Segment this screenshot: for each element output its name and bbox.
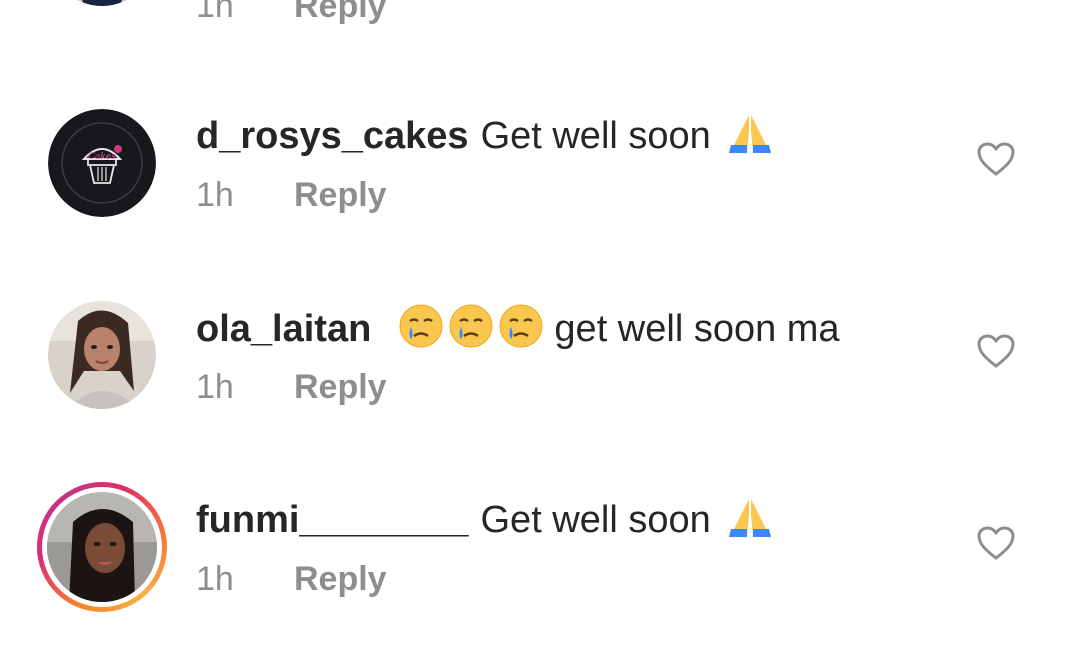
comment-username[interactable]: funmi________: [196, 499, 469, 541]
comment-partial: 1h Reply: [0, 0, 1080, 30]
comment-time: 1h: [196, 0, 234, 25]
comment-meta: 1h Reply: [196, 559, 387, 599]
reply-button[interactable]: Reply: [294, 560, 387, 598]
story-ring-gap: [42, 487, 162, 607]
comment-time: 1h: [196, 560, 234, 598]
person-photo-avatar: [48, 0, 156, 6]
avatar[interactable]: [48, 0, 156, 6]
comment-item: funmi________ Get well soon 1h Reply: [0, 482, 1080, 643]
comment-time: 1h: [196, 368, 234, 406]
comment-username[interactable]: d_rosys_cakes: [196, 115, 469, 157]
person-photo-avatar: [47, 492, 157, 602]
comment-body: Get well soon: [480, 115, 711, 158]
comments-feed: 1h Reply Cakes d_rosys_cakes Get well so…: [0, 0, 1080, 645]
reply-button[interactable]: Reply: [294, 176, 387, 214]
comment-item: Cakes d_rosys_cakes Get well soon 1h Reply: [0, 109, 1080, 259]
avatar[interactable]: Cakes: [48, 109, 156, 217]
person-photo-avatar: [48, 301, 156, 409]
comment-meta: 1h Reply: [196, 175, 387, 215]
comment-text-line: d_rosys_cakes Get well soon: [196, 111, 775, 165]
comment-body: Get well soon: [480, 499, 711, 542]
comment-meta: 1h Reply: [196, 367, 387, 407]
comment-item: ola_laitan get well soon ma 1h Reply: [0, 301, 1080, 451]
comment-time: 1h: [196, 176, 234, 214]
reply-button[interactable]: Reply: [294, 368, 387, 406]
avatar[interactable]: [37, 482, 167, 612]
comment-text-line: ola_laitan get well soon ma: [196, 303, 840, 359]
heart-icon[interactable]: [976, 141, 1016, 177]
story-ring[interactable]: [37, 482, 167, 612]
reply-button[interactable]: Reply: [294, 0, 387, 25]
svg-text:Cakes: Cakes: [88, 152, 116, 162]
avatar[interactable]: [48, 301, 156, 409]
cake-logo-avatar: Cakes: [48, 109, 156, 217]
comment-username[interactable]: ola_laitan: [196, 308, 371, 350]
crying-face-emoji: [398, 303, 444, 359]
comment-meta: 1h Reply: [196, 0, 387, 26]
folded-hands-emoji: [725, 111, 775, 165]
crying-face-emoji: [498, 303, 544, 359]
comment-text-line: funmi________ Get well soon: [196, 495, 775, 549]
heart-icon[interactable]: [976, 333, 1016, 369]
crying-face-emoji: [448, 303, 494, 359]
folded-hands-emoji: [725, 495, 775, 549]
comment-body: get well soon ma: [554, 308, 840, 351]
heart-icon[interactable]: [976, 525, 1016, 561]
